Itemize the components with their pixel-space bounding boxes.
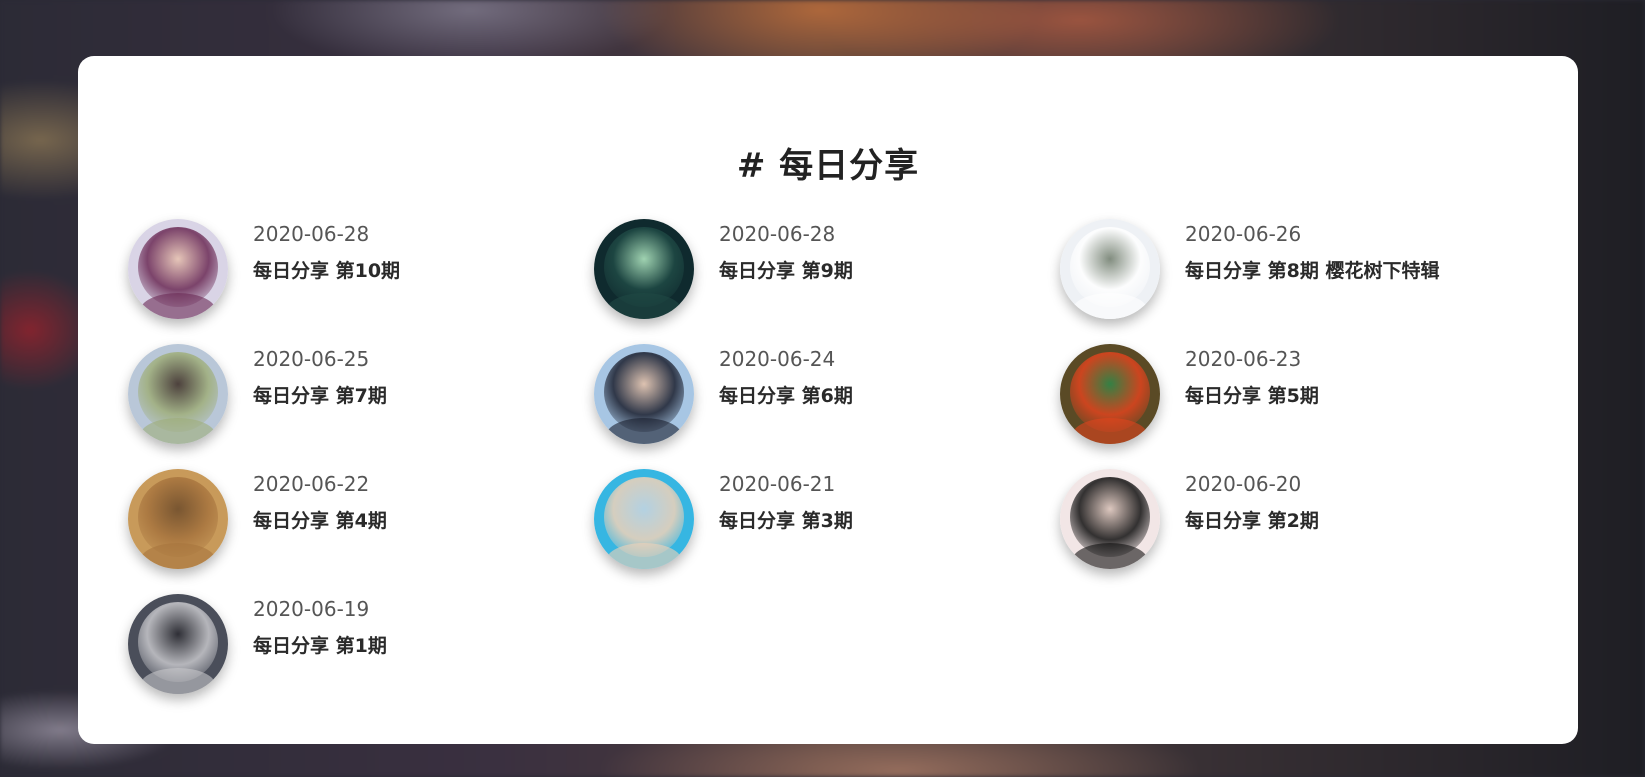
share-item[interactable]: 2020-06-26 每日分享 第8期 樱花树下特辑 [1060,219,1526,319]
daily-share-card: # 每日分享 2020-06-28 每日分享 第10期 2020-06-28 每日分享… [78,56,1578,744]
share-date: 2020-06-28 [253,222,370,246]
share-date: 2020-06-28 [719,222,836,246]
share-title-link[interactable]: 每日分享 第6期 [719,381,853,408]
share-title-link[interactable]: 每日分享 第3期 [719,506,853,533]
forest-fireflies-icon [594,219,694,319]
share-item[interactable]: 2020-06-22 每日分享 第4期 [128,469,594,569]
portrait-black-white-icon [1060,469,1160,569]
share-title-link[interactable]: 每日分享 第1期 [253,631,387,658]
cover-image[interactable] [594,344,694,444]
share-item[interactable]: 2020-06-23 每日分享 第5期 [1060,344,1526,444]
portrait-man-glasses-blue-icon [594,469,694,569]
cover-image[interactable] [1060,469,1160,569]
share-date: 2020-06-22 [253,472,370,496]
share-item[interactable]: 2020-06-21 每日分享 第3期 [594,469,1060,569]
share-item[interactable]: 2020-06-28 每日分享 第9期 [594,219,1060,319]
share-list: 2020-06-28 每日分享 第10期 2020-06-28 每日分享 第9期 202… [128,219,1528,719]
share-title-link[interactable]: 每日分享 第10期 [253,256,400,283]
share-title-link[interactable]: 每日分享 第7期 [253,381,387,408]
share-title-link[interactable]: 每日分享 第2期 [1185,506,1319,533]
share-date: 2020-06-25 [253,347,370,371]
share-date: 2020-06-20 [1185,472,1302,496]
cover-image[interactable] [1060,344,1160,444]
cover-image[interactable] [128,344,228,444]
share-item[interactable]: 2020-06-19 每日分享 第1期 [128,594,594,694]
share-date: 2020-06-24 [719,347,836,371]
cover-image[interactable] [128,219,228,319]
costume-figure-gray-icon [128,594,228,694]
share-title-link[interactable]: 每日分享 第9期 [719,256,853,283]
portrait-woman-purple-hair-icon [128,219,228,319]
cover-image[interactable] [128,469,228,569]
share-item[interactable]: 2020-06-28 每日分享 第10期 [128,219,594,319]
share-item[interactable]: 2020-06-25 每日分享 第7期 [128,344,594,444]
share-item[interactable]: 2020-06-20 每日分享 第2期 [1060,469,1526,569]
share-title-link[interactable]: 每日分享 第8期 樱花树下特辑 [1185,256,1439,283]
cover-image[interactable] [594,469,694,569]
share-date: 2020-06-26 [1185,222,1302,246]
share-date: 2020-06-19 [253,597,370,621]
portrait-man-suit-icon [594,344,694,444]
share-item[interactable]: 2020-06-24 每日分享 第6期 [594,344,1060,444]
cover-image[interactable] [128,594,228,694]
cover-image[interactable] [1060,219,1160,319]
share-title-link[interactable]: 每日分享 第5期 [1185,381,1319,408]
page-title: # 每日分享 [736,146,920,186]
share-date: 2020-06-21 [719,472,836,496]
woman-meadow-icon [128,344,228,444]
share-date: 2020-06-23 [1185,347,1302,371]
red-flowers-bird-icon [1060,344,1160,444]
share-title-link[interactable]: 每日分享 第4期 [253,506,387,533]
cover-image[interactable] [594,219,694,319]
white-blossoms-icon [1060,219,1160,319]
deer-grassland-icon [128,469,228,569]
